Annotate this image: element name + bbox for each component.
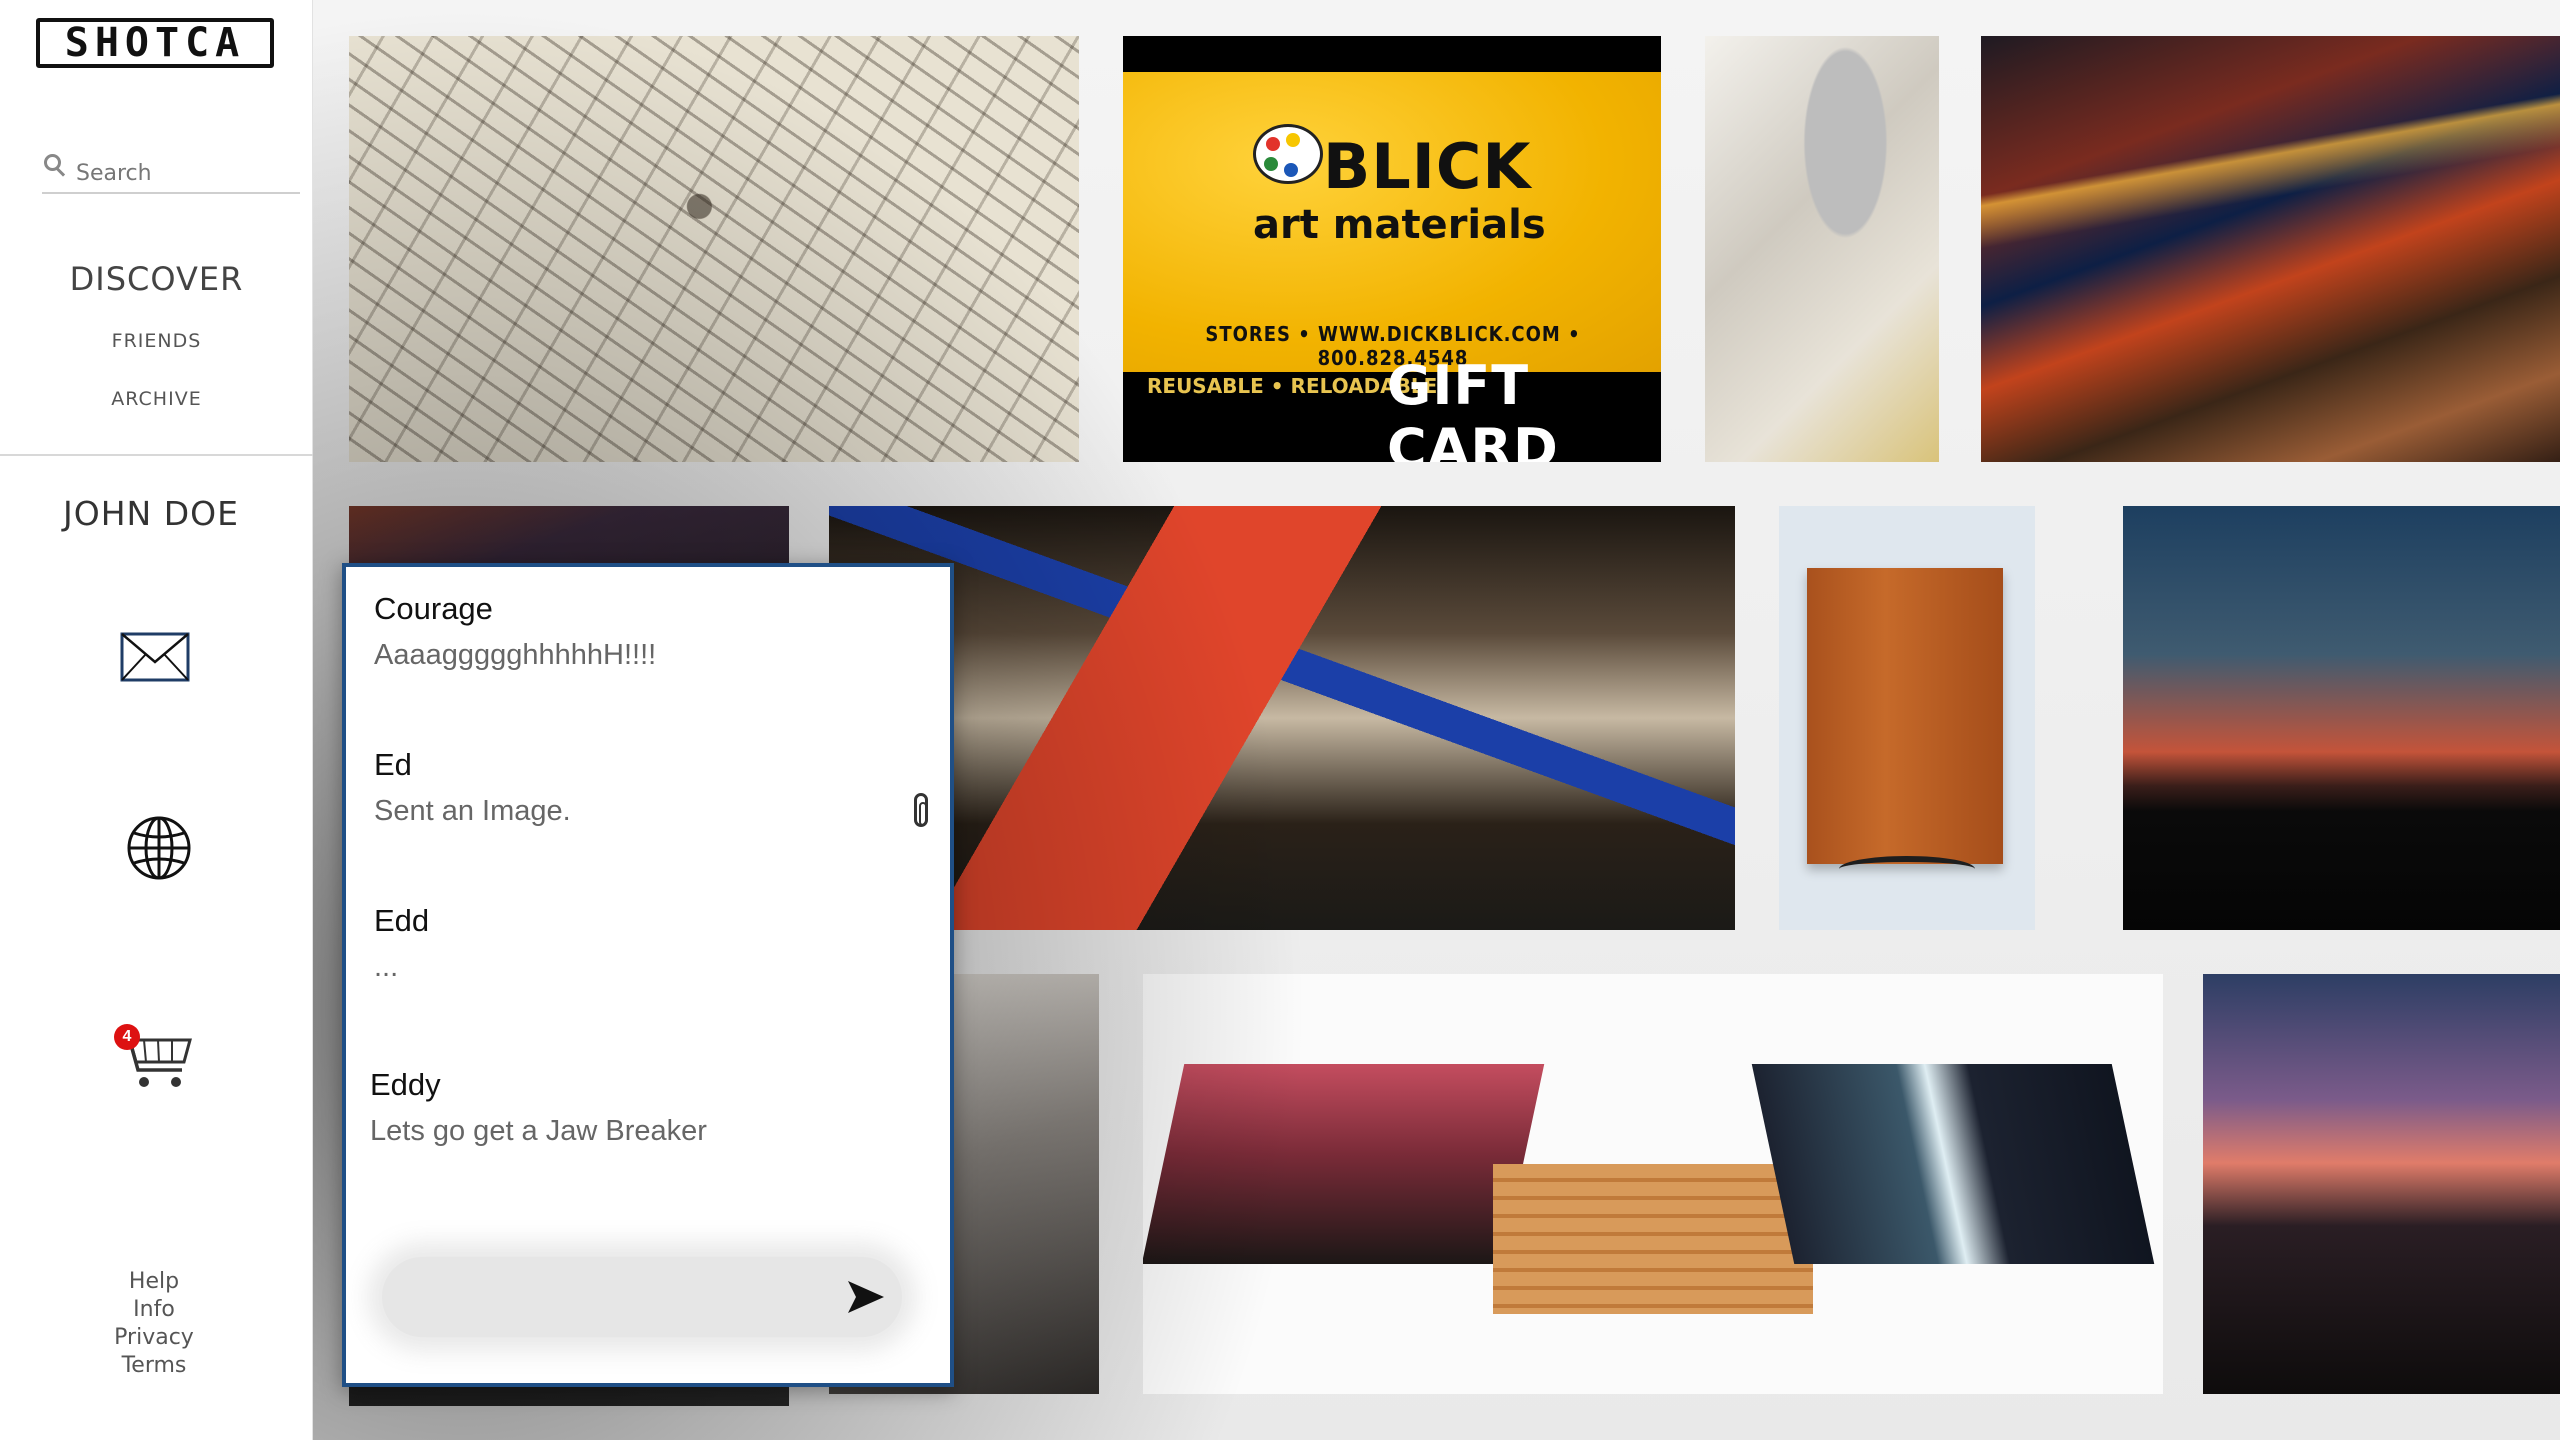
message-item[interactable]: Edd ... <box>374 903 934 984</box>
messages-panel: Courage AaaaggggghhhhhH!!!! Ed Sent an I… <box>342 563 954 1387</box>
gallery-image-street-dusk[interactable] <box>2203 974 2560 1394</box>
gallery-image-abstract-sunset[interactable] <box>1981 36 2560 462</box>
message-item[interactable]: Courage AaaaggggghhhhhH!!!! <box>374 591 934 672</box>
gift-card-face: BLICK art materials STORES • WWW.DICKBLI… <box>1123 72 1661 372</box>
message-preview: Lets go get a Jaw Breaker <box>370 1115 707 1147</box>
message-sender: Courage <box>374 591 493 626</box>
message-preview: AaaaggggghhhhhH!!!! <box>374 639 657 671</box>
gallery-image-gift-card[interactable]: BLICK art materials STORES • WWW.DICKBLI… <box>1123 36 1661 462</box>
gallery-image-dusk-skyline[interactable] <box>2123 506 2560 930</box>
gallery-image-sculpture[interactable] <box>1143 974 2163 1394</box>
gallery-image-wood-panel[interactable] <box>1779 506 2035 930</box>
sidebar: SHOTCA DISCOVER FRIENDS ARCHIVE JOHN DOE <box>0 0 313 1440</box>
palette-logo-icon <box>1253 124 1323 184</box>
message-sender: Eddy <box>370 1067 441 1102</box>
message-sender: Edd <box>374 903 430 938</box>
message-preview: ... <box>374 951 399 983</box>
user-name[interactable]: JOHN DOE <box>0 494 302 533</box>
reply-input[interactable] <box>382 1257 902 1337</box>
cart-badge: 4 <box>114 1024 140 1050</box>
sculpture-base <box>1493 1164 1813 1314</box>
gift-card-title: GIFT CARD <box>1387 354 1559 462</box>
wood-board <box>1807 568 2003 864</box>
message-sender: Ed <box>374 747 412 782</box>
nav-friends[interactable]: FRIENDS <box>0 330 313 352</box>
search-bar <box>42 150 300 194</box>
send-icon[interactable] <box>846 1279 886 1315</box>
globe-icon[interactable] <box>126 815 192 881</box>
message-item[interactable]: Eddy Lets go get a Jaw Breaker <box>370 1067 930 1148</box>
message-item[interactable]: Ed Sent an Image. <box>374 747 934 828</box>
paperclip-icon <box>914 793 928 827</box>
footer-help-link[interactable]: Help <box>0 1268 308 1296</box>
sculpture-right-board <box>1751 1064 2155 1264</box>
gallery-image-red-abstract[interactable] <box>829 506 1735 930</box>
nav-archive[interactable]: ARCHIVE <box>0 388 313 410</box>
gift-card-brand-sub: art materials <box>1253 202 1546 248</box>
search-input[interactable] <box>76 161 286 186</box>
sidebar-divider <box>0 454 313 456</box>
footer-info-link[interactable]: Info <box>0 1296 308 1324</box>
cart-icon[interactable]: 4 <box>110 1020 196 1092</box>
footer-privacy-link[interactable]: Privacy <box>0 1324 308 1352</box>
sculpture-left-board <box>1143 1064 1545 1264</box>
panel-stand <box>1839 856 1975 882</box>
search-icon <box>42 152 70 182</box>
gift-card-brand: BLICK <box>1323 130 1532 203</box>
app-logo[interactable]: SHOTCA <box>36 18 274 68</box>
message-preview: Sent an Image. <box>374 795 571 827</box>
nav-discover[interactable]: DISCOVER <box>0 260 313 298</box>
footer-terms-link[interactable]: Terms <box>0 1352 308 1380</box>
gallery-image-figure-drawing[interactable] <box>1705 36 1939 462</box>
footer-links: Help Info Privacy Terms <box>0 1268 308 1380</box>
mail-icon[interactable] <box>120 632 190 682</box>
gallery-image-sketch[interactable] <box>349 36 1079 462</box>
